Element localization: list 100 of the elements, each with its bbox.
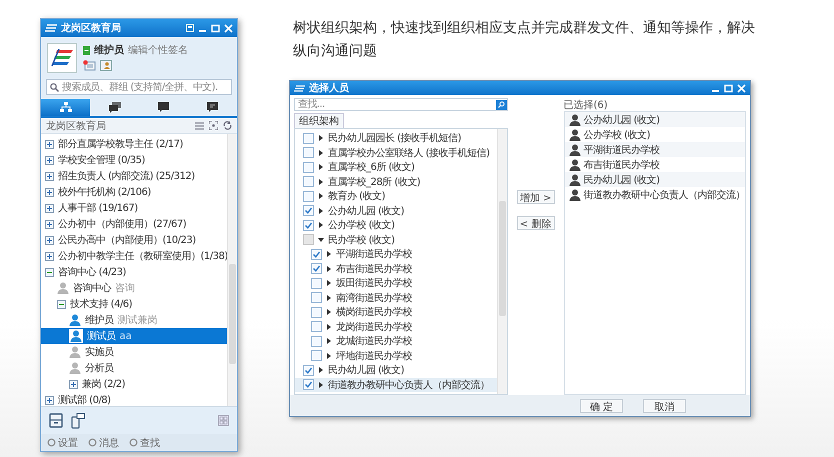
scrollbar[interactable]	[496, 129, 507, 394]
footer-link[interactable]: 设置	[47, 436, 78, 450]
group-row[interactable]: 测试部 (0/8)	[41, 392, 227, 406]
group-row[interactable]: 学校安全管理 (0/35)	[41, 152, 227, 168]
checkbox[interactable]	[311, 263, 322, 274]
avatar[interactable]	[47, 43, 77, 73]
phone-message-icon[interactable]	[71, 412, 85, 428]
status-icon[interactable]	[83, 46, 90, 54]
checkbox[interactable]	[303, 132, 314, 144]
selected-item[interactable]: 平湖街道民办学校	[564, 142, 745, 157]
checkbox[interactable]	[303, 364, 314, 376]
tree-row[interactable]: 布吉街道民办学校	[295, 262, 497, 276]
checkbox[interactable]	[311, 292, 322, 304]
group-row[interactable]: 技术支持 (4/6)	[41, 296, 227, 312]
checkbox[interactable]	[303, 176, 314, 188]
expand-icon[interactable]	[45, 188, 54, 196]
group-row[interactable]: 部分直属学校教导主任 (2/17)	[41, 136, 227, 152]
add-button[interactable]: 增加 >	[516, 190, 555, 204]
caret-right-icon[interactable]	[326, 251, 332, 258]
tree-row[interactable]: 龙岗街道民办学校	[295, 320, 497, 334]
group-row[interactable]: 公办初中（内部使用）(27/67)	[41, 216, 227, 232]
collapse-icon[interactable]	[57, 300, 66, 308]
expand-icon[interactable]	[45, 204, 54, 212]
maximize-icon[interactable]	[724, 84, 733, 92]
search-field[interactable]: 查找...	[294, 98, 508, 111]
expand-icon[interactable]	[45, 220, 54, 228]
remove-button[interactable]: < 删除	[516, 216, 555, 230]
tree-row[interactable]: 公办幼儿园 (收文)	[295, 204, 497, 218]
checkbox[interactable]	[311, 248, 322, 260]
tree-row[interactable]: 街道教办教研中心负责人（内部交流）	[295, 378, 497, 392]
group-row[interactable]: 咨询中心 (4/23)	[41, 264, 227, 280]
scrollbar[interactable]	[227, 134, 237, 406]
expand-icon[interactable]	[45, 236, 54, 244]
caret-right-icon[interactable]	[326, 309, 332, 316]
tree-row[interactable]: 坪地街道民办学校	[295, 348, 497, 363]
file-cabinet-icon[interactable]	[49, 413, 63, 428]
checkbox[interactable]	[311, 278, 322, 289]
caret-right-icon[interactable]	[318, 193, 324, 200]
caret-right-icon[interactable]	[318, 222, 324, 228]
caret-right-icon[interactable]	[318, 135, 324, 142]
expand-icon[interactable]	[45, 172, 54, 180]
caret-right-icon[interactable]	[318, 367, 324, 374]
contact-row[interactable]: 分析员	[41, 360, 227, 376]
checkbox[interactable]	[303, 220, 314, 231]
contact-row[interactable]: 维护员 测试兼岗	[41, 312, 227, 328]
refresh-icon[interactable]	[223, 121, 232, 130]
caret-down-icon[interactable]	[318, 236, 324, 243]
tab[interactable]: 组织架构	[294, 113, 344, 128]
checkbox[interactable]	[303, 190, 314, 202]
tree-row[interactable]: 龙城街道民办学校	[295, 334, 497, 348]
caret-right-icon[interactable]	[318, 208, 324, 214]
expand-icon[interactable]	[45, 156, 54, 164]
caret-right-icon[interactable]	[318, 164, 324, 170]
locate-icon[interactable]	[209, 121, 218, 130]
tree-row[interactable]: 民办学校 (收文)	[295, 232, 497, 247]
caret-right-icon[interactable]	[326, 324, 332, 330]
group-row[interactable]: 校外午托机构 (2/106)	[41, 184, 227, 200]
caret-right-icon[interactable]	[318, 382, 324, 388]
tree-row[interactable]: 民办幼儿园园长 (接收手机短信)	[295, 131, 497, 146]
group-row[interactable]: 人事干部 (19/167)	[41, 200, 227, 216]
close-icon[interactable]	[737, 84, 746, 92]
checkbox[interactable]	[303, 205, 314, 216]
caret-right-icon[interactable]	[326, 280, 332, 286]
tree-row[interactable]: 坂田街道民办学校	[295, 276, 497, 290]
tree-row[interactable]: 平湖街道民办学校	[295, 247, 497, 262]
selected-item[interactable]: 公办学校 (收文)	[564, 127, 745, 142]
tree-row[interactable]: 教育办 (收文)	[295, 189, 497, 204]
expand-icon[interactable]	[69, 380, 78, 388]
skin-icon[interactable]	[186, 24, 194, 32]
group-row[interactable]: 公民办高中（内部使用）(10/23)	[41, 232, 227, 248]
checkbox[interactable]	[311, 350, 322, 362]
expand-icon[interactable]	[45, 140, 54, 148]
contact-card-icon[interactable]	[100, 60, 112, 71]
tree-row[interactable]: 直属学校办公室联络人 (接收手机短信)	[295, 146, 497, 160]
search-button[interactable]	[496, 100, 507, 110]
group-row[interactable]: 公办初中教学主任（教研室使用）(1/38)	[41, 248, 227, 264]
close-icon[interactable]	[224, 24, 233, 32]
footer-link[interactable]: 消息	[88, 436, 119, 450]
checkbox[interactable]	[303, 379, 314, 390]
group-row[interactable]: 招生负责人 (内部交流) (25/312)	[41, 168, 227, 184]
caret-right-icon[interactable]	[318, 178, 324, 185]
checkbox[interactable]	[303, 234, 314, 246]
tab[interactable]	[41, 99, 90, 116]
collapse-icon[interactable]	[45, 268, 54, 276]
group-row[interactable]: 兼岗 (2/2)	[41, 376, 227, 392]
contact-row[interactable]: 测试员 aa	[41, 328, 227, 344]
expand-icon[interactable]	[45, 252, 54, 260]
caret-right-icon[interactable]	[318, 150, 324, 156]
tree-row[interactable]: 民办幼儿园 (收文)	[295, 363, 497, 378]
checkbox[interactable]	[303, 147, 314, 158]
checkbox[interactable]	[311, 306, 322, 318]
selected-item[interactable]: 公办幼儿园 (收文)	[564, 112, 745, 127]
tree-row[interactable]: 直属学校_6所 (收文)	[295, 160, 497, 174]
contact-row[interactable]: 实施员	[41, 344, 227, 360]
caret-right-icon[interactable]	[326, 338, 332, 344]
list-icon[interactable]	[195, 122, 204, 130]
caret-right-icon[interactable]	[326, 352, 332, 359]
cancel-button[interactable]: 取消	[643, 398, 686, 412]
tree-row[interactable]: 公办学校 (收文)	[295, 218, 497, 232]
checkbox[interactable]	[303, 162, 314, 173]
